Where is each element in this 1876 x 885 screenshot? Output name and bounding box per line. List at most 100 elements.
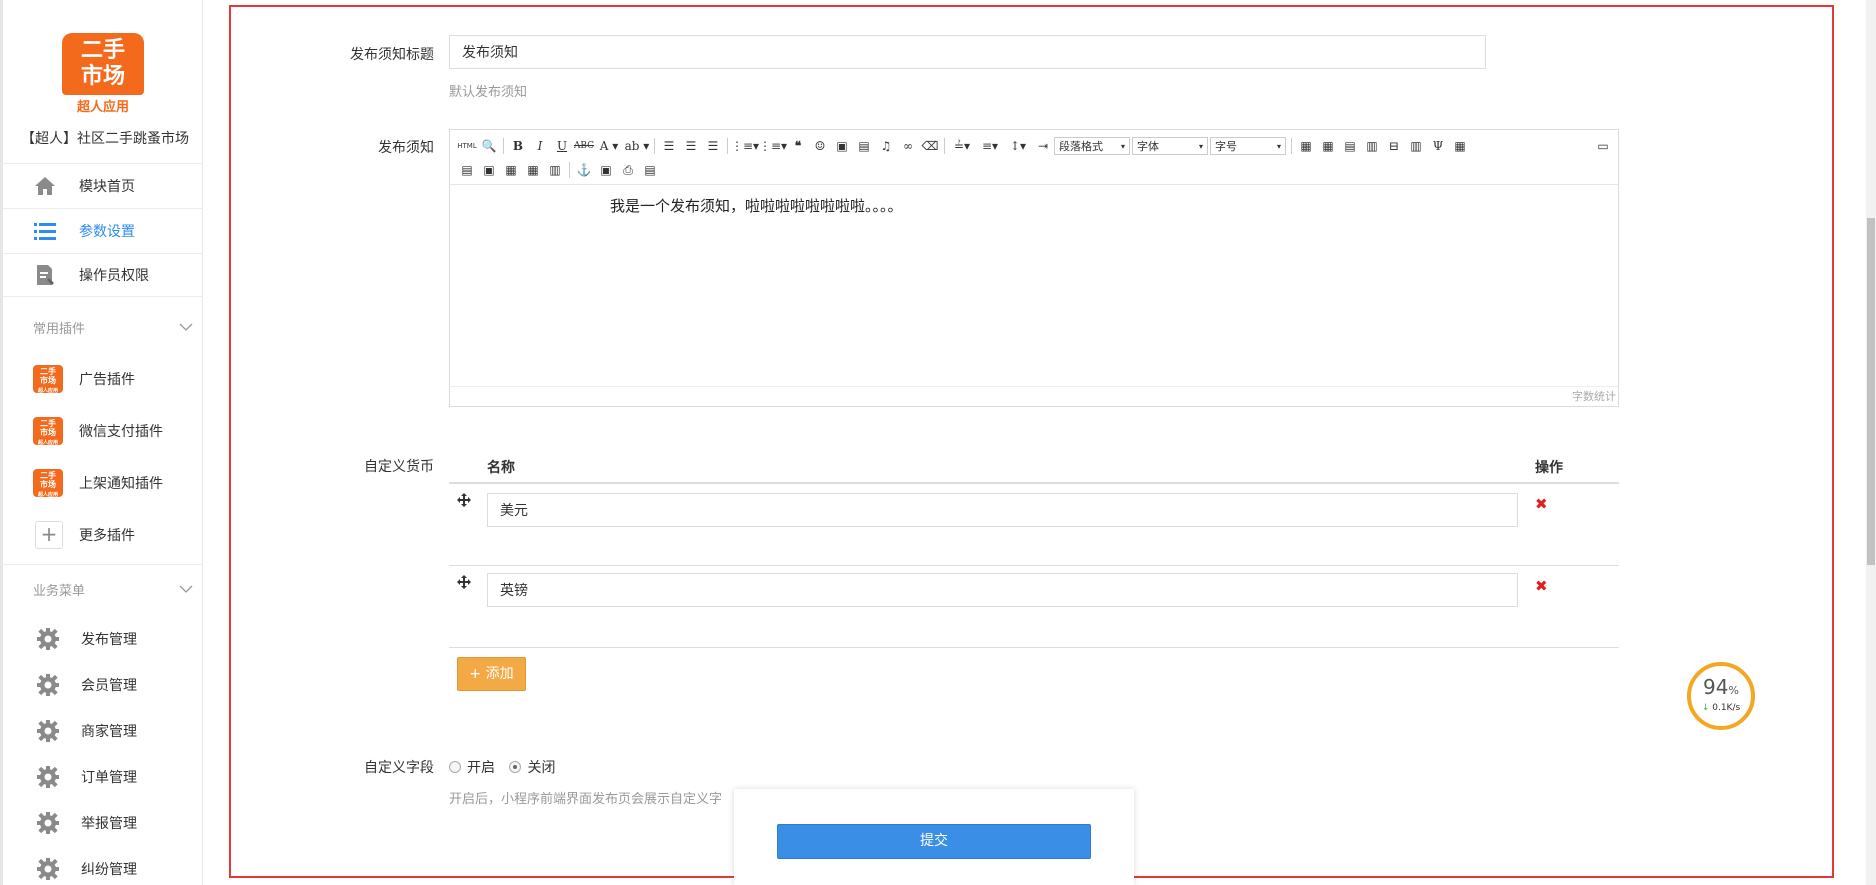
delete-table-icon[interactable]: ▦ [1317, 136, 1339, 156]
split-rows-icon[interactable]: ▣ [478, 160, 500, 180]
custom-field-radio-group: 开启 关闭 [449, 757, 555, 777]
currency-name-input[interactable] [487, 573, 1518, 607]
italic-icon[interactable]: I [529, 136, 551, 156]
speed-net: ↓ 0.1K/s [1691, 703, 1751, 713]
plugin-item-wechat-pay[interactable]: 二手 市场 超人应用 微信支付插件 [3, 406, 203, 456]
scrollbar-thumb[interactable] [1867, 218, 1875, 565]
rich-text-editor[interactable]: HTML 🔍 B I U ABC A ▾ ab ▾ ☰ ☰ ☰ ⋮≡▾ ⋮≡▾ … [449, 129, 1619, 407]
menu-item-label: 纠纷管理 [81, 862, 137, 878]
nav-item-label: 模块首页 [79, 178, 135, 195]
nav-item-operators[interactable]: 操作员权限 [3, 253, 203, 297]
delete-icon[interactable]: ✖ [1535, 495, 1548, 513]
currency-label: 自定义货币 [364, 459, 434, 475]
align-left-icon[interactable]: ☰ [658, 136, 680, 156]
business-section-label: 业务菜单 [33, 584, 86, 599]
editor-content[interactable]: 我是一个发布须知，啦啦啦啦啦啦啦啦。。。。 [450, 185, 1618, 385]
logo-subtitle: 超人应用 [76, 100, 129, 115]
font-family-select[interactable]: 字体 ▾ [1132, 137, 1208, 155]
row-spacing-top-icon[interactable]: ≟▾ [948, 136, 976, 156]
font-color-icon[interactable]: A ▾ [595, 136, 623, 156]
menu-item-publish[interactable]: 发布管理 [3, 614, 203, 664]
paragraph-format-value: 段落格式 [1059, 140, 1103, 153]
gear-icon [37, 858, 59, 880]
align-center-icon[interactable]: ☰ [680, 136, 702, 156]
link-icon[interactable]: ∞ [897, 136, 919, 156]
radio-on-label: 开启 [467, 760, 495, 776]
table-props-icon[interactable]: ▦ [522, 160, 544, 180]
drafts-icon[interactable]: ▤ [639, 160, 661, 180]
row-spacing-bottom-icon[interactable]: ≡▾ [976, 136, 1004, 156]
plugin-label: 上架通知插件 [79, 476, 163, 492]
gear-icon [37, 674, 59, 696]
gear-icon [37, 766, 59, 788]
nav-item-home[interactable]: 模块首页 [3, 163, 203, 207]
submit-button[interactable]: 提交 [777, 824, 1091, 859]
more-plugins-item[interactable]: + 更多插件 [3, 510, 203, 560]
html-source-button[interactable]: HTML [456, 136, 478, 156]
ordered-list-icon[interactable]: ⋮≡▾ [731, 136, 759, 156]
delete-col-icon[interactable]: Ψ [1427, 136, 1449, 156]
toolbar-separator [569, 162, 570, 178]
indent-icon[interactable]: ⇥ [1032, 136, 1054, 156]
divider [3, 564, 203, 565]
col-name-header: 名称 [487, 460, 515, 476]
menu-item-merchants[interactable]: 商家管理 [3, 706, 203, 756]
strikethrough-icon[interactable]: ABC [573, 136, 595, 156]
drag-handle-icon[interactable] [457, 493, 473, 509]
plugin-item-listing-notice[interactable]: 二手 市场 超人应用 上架通知插件 [3, 458, 203, 508]
template-icon[interactable]: ▣ [595, 160, 617, 180]
menu-item-reports[interactable]: 举报管理 [3, 798, 203, 848]
plugins-section-label: 常用插件 [33, 322, 86, 337]
preview-icon[interactable]: 🔍 [478, 136, 500, 156]
notice-title-input[interactable] [449, 35, 1486, 69]
align-right-icon[interactable]: ☰ [702, 136, 724, 156]
network-speed-widget[interactable]: 94% ↓ 0.1K/s [1687, 662, 1755, 730]
font-size-select[interactable]: 字号 ▾ [1210, 137, 1286, 155]
emoji-icon[interactable]: ☺ [809, 136, 831, 156]
insert-row-icon[interactable]: ▥ [1361, 136, 1383, 156]
currency-table-header: 名称 操作 [449, 454, 1619, 484]
image-icon[interactable]: ▣ [831, 136, 853, 156]
blockquote-icon[interactable]: ❝ [787, 136, 809, 156]
radio-off[interactable]: 关闭 [509, 760, 555, 776]
music-icon[interactable]: ♫ [875, 136, 897, 156]
fullscreen-icon[interactable]: ▭ [1592, 136, 1614, 156]
bold-icon[interactable]: B [507, 136, 529, 156]
plugin-item-ads[interactable]: 二手 市场 超人应用 广告插件 [3, 354, 203, 404]
menu-item-disputes[interactable]: 纠纷管理 [3, 844, 203, 885]
video-icon[interactable]: ▤ [853, 136, 875, 156]
print-icon[interactable]: ⎙ [617, 160, 639, 180]
menu-item-members[interactable]: 会员管理 [3, 660, 203, 710]
submit-panel: 提交 [734, 789, 1134, 885]
merge-cells-icon[interactable]: ▦ [1449, 136, 1471, 156]
gear-icon [37, 720, 59, 742]
anchor-icon[interactable]: ⚓ [573, 160, 595, 180]
radio-on[interactable]: 开启 [449, 760, 495, 776]
cell-props-icon[interactable]: ▥ [544, 160, 566, 180]
insert-table-icon[interactable]: ▦ [1295, 136, 1317, 156]
drag-handle-icon[interactable] [457, 575, 473, 591]
split-cols-icon[interactable]: ▦ [500, 160, 522, 180]
plugins-section-title[interactable]: 常用插件 [33, 318, 193, 337]
eraser-icon[interactable]: ⌫ [919, 136, 941, 156]
delete-row-icon[interactable]: ⊟ [1383, 136, 1405, 156]
delete-icon[interactable]: ✖ [1535, 577, 1548, 595]
insert-col-icon[interactable]: ▥ [1405, 136, 1427, 156]
radio-on-circle[interactable] [449, 761, 461, 773]
highlight-color-icon[interactable]: ab ▾ [623, 136, 651, 156]
currency-name-input[interactable] [487, 493, 1518, 527]
plugin-logo-icon: 二手 市场 超人应用 [33, 365, 63, 394]
down-arrow-icon: ↓ [1701, 703, 1710, 713]
business-section-title[interactable]: 业务菜单 [33, 580, 193, 599]
radio-off-circle[interactable] [509, 761, 522, 773]
unordered-list-icon[interactable]: ⋮≡▾ [759, 136, 787, 156]
notice-title-help: 默认发布须知 [449, 85, 528, 100]
paragraph-format-select[interactable]: 段落格式 ▾ [1054, 137, 1130, 155]
underline-icon[interactable]: U [551, 136, 573, 156]
menu-item-orders[interactable]: 订单管理 [3, 752, 203, 802]
split-cells-icon[interactable]: ▤ [456, 160, 478, 180]
insert-paragraph-before-icon[interactable]: ▤ [1339, 136, 1361, 156]
add-currency-button[interactable]: + 添加 [457, 657, 526, 691]
nav-item-settings[interactable]: 参数设置 [3, 208, 203, 252]
line-height-icon[interactable]: ↕▾ [1004, 136, 1032, 156]
